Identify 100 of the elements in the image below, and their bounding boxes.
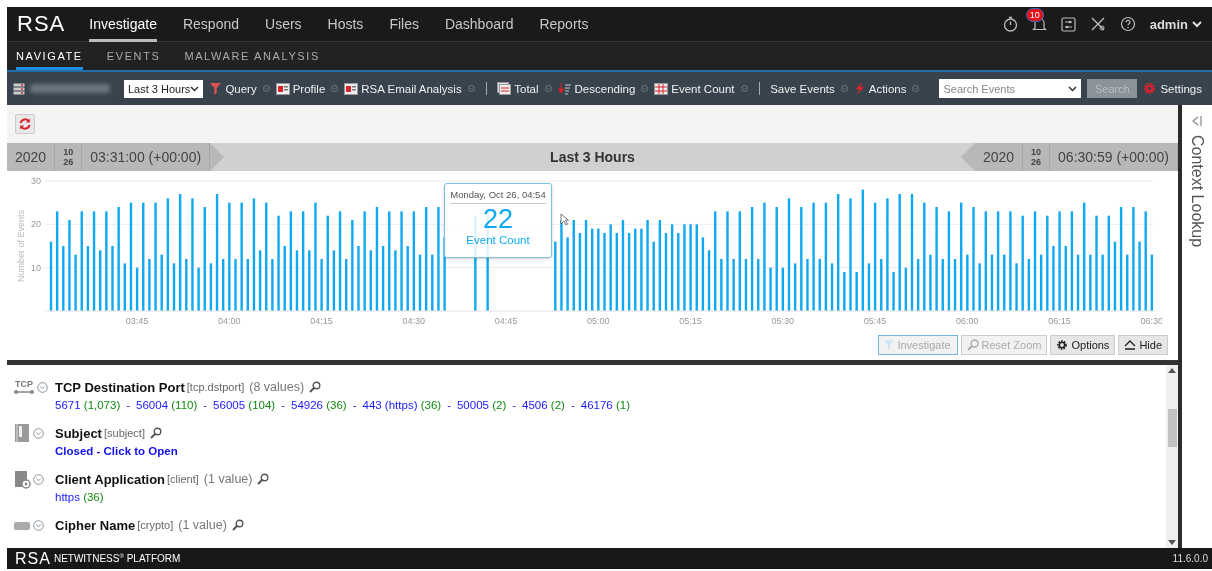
sub-tab[interactable]: MALWARE ANALYSIS: [184, 42, 320, 70]
refresh-button[interactable]: [15, 114, 35, 134]
year-label: 2020: [974, 143, 1024, 171]
tooltip-date: Monday, Oct 26, 04:54: [450, 189, 546, 204]
toolbar-menu[interactable]: Profile: [275, 82, 326, 95]
bar: [1126, 254, 1129, 311]
bar: [966, 254, 969, 311]
meta-value-link[interactable]: 46176 (1): [580, 399, 630, 411]
dropdown-icon[interactable]: [467, 83, 475, 94]
bar: [1064, 246, 1067, 311]
bar: [197, 267, 200, 311]
caret-icon[interactable]: [1068, 86, 1078, 92]
meta-key-id: [subject]: [103, 427, 145, 439]
tooltip-label: Event Count: [466, 234, 530, 246]
bar: [381, 246, 385, 311]
options-button[interactable]: Options: [1050, 335, 1116, 355]
hide-button[interactable]: Hide: [1118, 335, 1168, 355]
search-icon[interactable]: [149, 427, 162, 439]
toolbar-menu[interactable]: Query: [209, 82, 257, 95]
bar: [929, 254, 932, 311]
nav-tab[interactable]: Dashboard: [444, 6, 514, 42]
meta-value-link[interactable]: 56005 (104): [213, 399, 276, 411]
bar: [843, 272, 846, 311]
scrollbar[interactable]: [1166, 365, 1178, 548]
funnel-icon: [209, 82, 223, 95]
expand-icon[interactable]: [33, 519, 44, 531]
meta-value-link[interactable]: 56004 (110): [136, 399, 198, 411]
scroll-down-icon[interactable]: [1168, 540, 1176, 545]
nav-tab[interactable]: Hosts: [327, 6, 364, 42]
expand-icon[interactable]: [33, 473, 44, 485]
meta-value-link[interactable]: 54926 (36): [291, 399, 347, 411]
dropdown-icon[interactable]: [544, 83, 552, 94]
toolbar-menu[interactable]: Total: [497, 82, 539, 95]
meta-key-id: [client]: [167, 473, 199, 485]
expand-icon[interactable]: [37, 381, 48, 393]
bar: [332, 250, 336, 311]
toolbar-menu[interactable]: Event Count: [654, 82, 735, 95]
meta-value-link[interactable]: 50005 (2): [456, 399, 507, 411]
dropdown-icon[interactable]: [641, 83, 649, 94]
bar: [941, 259, 944, 311]
rsa-logo[interactable]: RSA: [17, 11, 66, 37]
separator: -: [447, 399, 451, 411]
toolbar-menu[interactable]: Descending: [557, 82, 636, 95]
bar: [418, 254, 422, 311]
meta-value-link[interactable]: https (36): [55, 491, 104, 503]
nav-tab[interactable]: Files: [389, 6, 419, 42]
help-icon[interactable]: [1119, 16, 1136, 32]
scroll-up-icon[interactable]: [1168, 368, 1176, 373]
search-field[interactable]: Search Events: [939, 79, 1082, 98]
bar: [916, 259, 920, 311]
dropdown-icon[interactable]: [840, 83, 848, 94]
separator: -: [203, 399, 208, 411]
sliders-icon[interactable]: [1060, 16, 1076, 32]
toolbar-menu[interactable]: RSA Email Analysis: [344, 82, 462, 95]
bar: [720, 259, 723, 311]
bar: [904, 267, 908, 311]
settings-button[interactable]: Settings: [1143, 82, 1202, 95]
tools-icon[interactable]: [1089, 16, 1106, 32]
dropdown-icon[interactable]: [740, 83, 748, 94]
dropdown-icon[interactable]: [331, 83, 339, 94]
meta-value-link[interactable]: 443 (https) (36): [362, 399, 442, 411]
bar: [246, 259, 249, 311]
dropdown-icon[interactable]: [912, 83, 920, 94]
sub-tab[interactable]: EVENTS: [106, 42, 161, 70]
dropdown-icon[interactable]: [262, 83, 270, 94]
search-icon[interactable]: [309, 381, 322, 393]
x-tick-label: 05:45: [863, 316, 887, 326]
bar: [1150, 254, 1154, 311]
nav-tab[interactable]: Respond: [182, 6, 239, 42]
x-tick-label: 04:30: [402, 316, 426, 326]
toolbar-menu[interactable]: Actions: [853, 82, 907, 95]
user-menu[interactable]: admin: [1149, 16, 1202, 32]
bar: [554, 241, 557, 311]
product-name: NETWITNESS$^{®}$ PLATFORM: [53, 552, 181, 565]
x-tick-label: 05:30: [771, 316, 795, 326]
context-lookup-label[interactable]: Context Lookup: [1188, 135, 1206, 248]
search-icon[interactable]: [231, 519, 244, 531]
meta-value-link[interactable]: 5671 (1,073): [55, 399, 121, 411]
scrollbar-thumb[interactable]: [1167, 409, 1177, 447]
x-tick-label: 06:30: [1140, 316, 1162, 326]
collapse-icon[interactable]: [1191, 115, 1203, 127]
bar: [172, 263, 176, 311]
bar: [757, 259, 760, 311]
bar: [793, 263, 797, 311]
gear-icon: [1056, 339, 1069, 351]
time-range-select[interactable]: Last 3 Hours: [124, 79, 204, 98]
meta-value-link[interactable]: 4506 (2): [522, 399, 565, 411]
version-label: 11.6.0.0: [1172, 553, 1208, 564]
search-icon[interactable]: [257, 473, 270, 485]
nav-tab[interactable]: Users: [265, 6, 302, 42]
bar: [394, 250, 397, 311]
open-link[interactable]: Closed - Click to Open: [55, 445, 178, 457]
bar: [1039, 254, 1043, 311]
bar: [283, 246, 286, 311]
bar: [62, 246, 65, 311]
bar: [209, 263, 213, 311]
nav-tab[interactable]: Reports: [539, 6, 589, 42]
expand-icon[interactable]: [33, 427, 44, 439]
toolbar-menu[interactable]: Save Events: [770, 82, 835, 95]
stopwatch-icon[interactable]: [1002, 16, 1018, 32]
